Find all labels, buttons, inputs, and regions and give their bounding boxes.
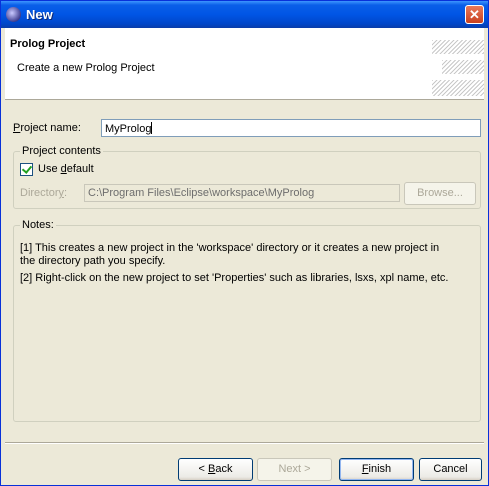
footer-separator <box>5 442 484 444</box>
notes-legend: Notes: <box>20 219 56 231</box>
back-button[interactable]: < Back <box>178 458 253 481</box>
close-button[interactable]: ✕ <box>465 5 484 24</box>
wizard-banner-image <box>432 40 484 102</box>
wizard-header: Prolog Project Create a new Prolog Proje… <box>5 28 484 100</box>
title-bar: New ✕ <box>1 1 488 28</box>
window-title: New <box>26 7 53 22</box>
note-1-line-1: [1] This creates a new project in the 'w… <box>20 242 440 254</box>
browse-button: Browse... <box>404 182 476 205</box>
wizard-description: Create a new Prolog Project <box>17 62 155 74</box>
eclipse-icon <box>6 7 21 22</box>
next-button: Next > <box>257 458 332 481</box>
project-name-input[interactable]: MyProlog <box>101 119 481 137</box>
cancel-button[interactable]: Cancel <box>419 458 482 481</box>
use-default-label: Use default <box>38 163 94 175</box>
use-default-checkbox[interactable] <box>20 163 33 176</box>
notes-group: Notes: [1] This creates a new project in… <box>13 219 481 422</box>
new-project-dialog: New ✕ Prolog Project Create a new Prolog… <box>0 0 489 486</box>
project-contents-legend: Project contents <box>20 145 103 157</box>
note-2: [2] Right-click on the new project to se… <box>20 272 449 284</box>
project-name-label: Project name: <box>13 122 81 134</box>
wizard-body: Project name: MyProlog Project contents … <box>5 100 484 430</box>
directory-label: Directory: <box>20 187 68 199</box>
wizard-title: Prolog Project <box>10 38 86 50</box>
note-1-line-2: the directory path you specify. <box>20 255 166 267</box>
finish-button[interactable]: Finish <box>339 458 414 481</box>
project-contents-group: Project contents Use default Directory: … <box>13 145 481 209</box>
directory-input: C:\Program Files\Eclipse\workspace\MyPro… <box>84 184 400 202</box>
